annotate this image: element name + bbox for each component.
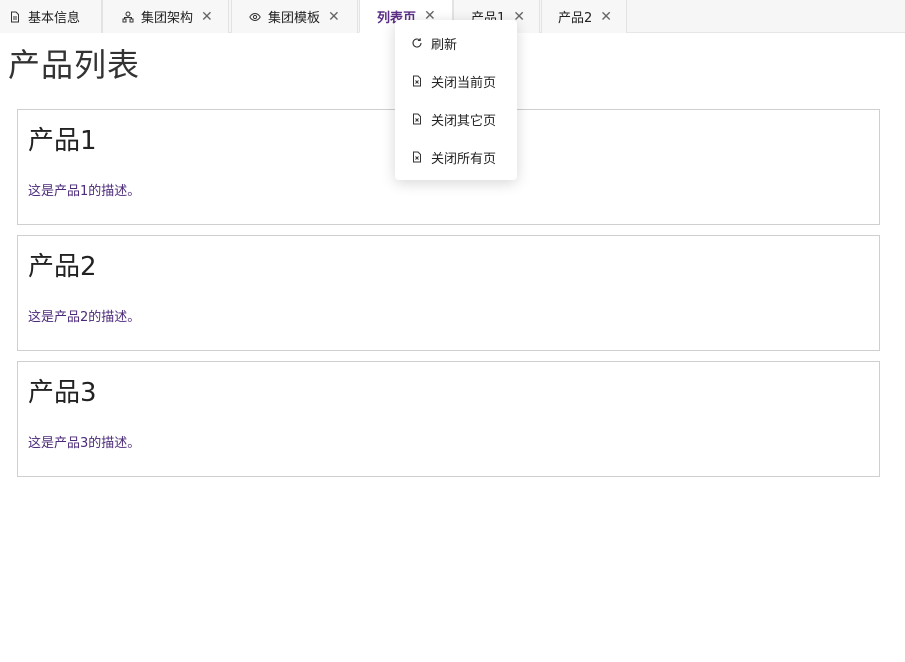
tab-label: 基本信息 (28, 11, 81, 26)
menu-item-label: 关闭所有页 (431, 151, 497, 167)
menu-item-close-others[interactable]: 关闭其它页 (395, 104, 517, 134)
menu-item-close-current[interactable]: 关闭当前页 (395, 66, 517, 96)
product-card: 产品2 这是产品2的描述。 (17, 235, 880, 351)
product-title: 产品1 (28, 126, 97, 156)
tab-context-menu: 刷新 关闭当前页 关闭其它页 关闭所有页 (395, 20, 517, 180)
close-icon[interactable]: ✕ (328, 10, 340, 24)
product-description: 这是产品1的描述。 (28, 184, 141, 199)
menu-item-label: 关闭当前页 (431, 75, 497, 91)
product-title: 产品2 (28, 252, 97, 282)
close-icon[interactable]: ✕ (201, 10, 213, 24)
tab-product-2[interactable]: 产品2 ✕ (541, 0, 627, 33)
menu-item-refresh[interactable]: 刷新 (395, 28, 517, 58)
product-description: 这是产品2的描述。 (28, 310, 141, 325)
tab-group-structure[interactable]: 集团架构 ✕ (102, 0, 229, 33)
page-title: 产品列表 (8, 46, 141, 84)
product-description: 这是产品3的描述。 (28, 436, 141, 451)
menu-item-close-all[interactable]: 关闭所有页 (395, 142, 517, 172)
tab-group-template[interactable]: 集团模板 ✕ (231, 0, 358, 33)
refresh-icon (411, 37, 423, 49)
tab-label: 产品2 (558, 11, 593, 26)
product-title: 产品3 (28, 378, 97, 408)
document-icon (9, 11, 21, 23)
close-page-icon (411, 75, 423, 87)
tab-label: 集团模板 (268, 11, 321, 26)
close-other-pages-icon (411, 113, 423, 125)
close-icon[interactable]: ✕ (600, 10, 612, 24)
eye-icon (249, 11, 261, 23)
menu-item-label: 刷新 (431, 37, 458, 53)
tab-label: 集团架构 (141, 11, 194, 26)
product-card: 产品3 这是产品3的描述。 (17, 361, 880, 477)
tab-basic-info[interactable]: 基本信息 (0, 0, 102, 33)
menu-item-label: 关闭其它页 (431, 113, 497, 129)
close-all-pages-icon (411, 151, 423, 163)
org-chart-icon (122, 11, 134, 23)
